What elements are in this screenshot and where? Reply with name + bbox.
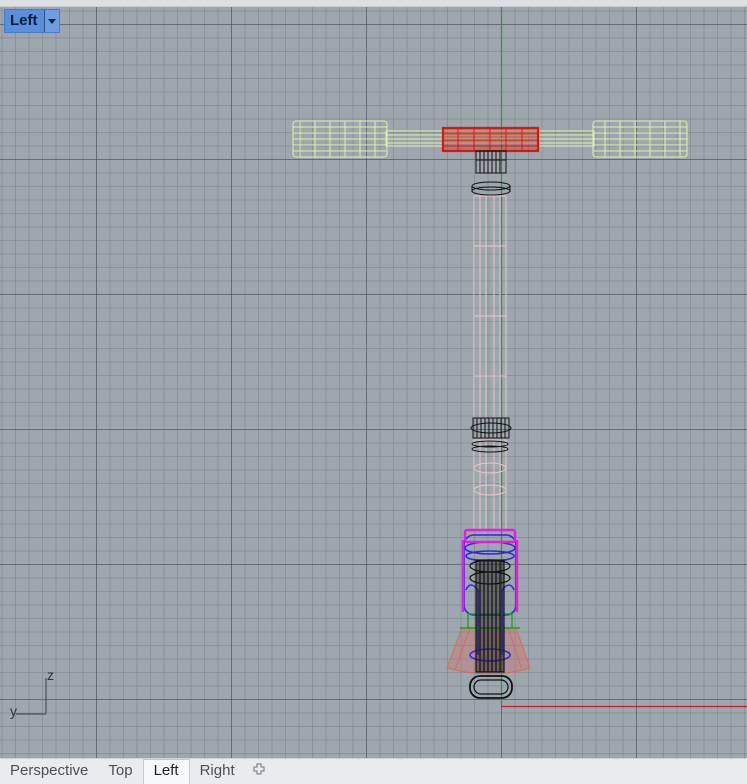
viewport-tab-bar: Perspective Top Left Right xyxy=(0,758,747,784)
left-viewport[interactable]: z y Left xyxy=(0,7,747,758)
axis-widget xyxy=(16,678,47,715)
upper-collar xyxy=(471,150,511,196)
tab-top[interactable]: Top xyxy=(98,760,142,784)
handlebar-clamp xyxy=(441,126,540,153)
tab-perspective[interactable]: Perspective xyxy=(0,760,98,784)
viewport-title[interactable]: Left xyxy=(4,9,60,33)
tab-right[interactable]: Right xyxy=(190,760,245,784)
y-axis-label: y xyxy=(10,703,17,719)
plus-icon-glyph xyxy=(253,763,265,775)
window-top-strip xyxy=(0,0,747,7)
z-axis-label: z xyxy=(47,667,54,683)
middle-collar xyxy=(470,417,512,453)
plus-icon[interactable] xyxy=(245,760,275,784)
viewport-name[interactable]: Left xyxy=(5,10,44,32)
right-grip xyxy=(592,120,688,158)
left-grip xyxy=(292,120,388,158)
scooter-wireframe: z y xyxy=(10,7,747,719)
tab-left[interactable]: Left xyxy=(142,759,190,784)
chevron-down-icon[interactable] xyxy=(43,10,59,32)
